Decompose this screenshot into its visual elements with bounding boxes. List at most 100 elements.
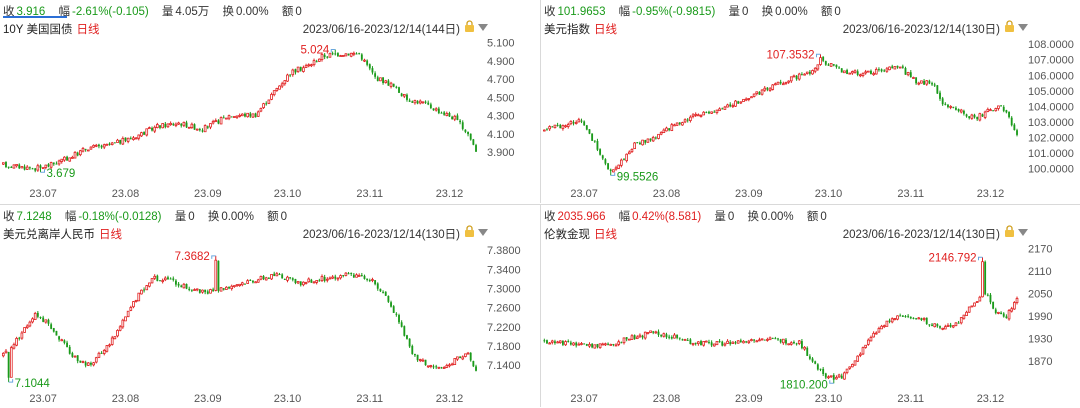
candle xyxy=(240,281,244,287)
candle xyxy=(334,274,337,281)
candle xyxy=(734,100,737,107)
x-tick-label: 23.10 xyxy=(274,188,302,200)
candle xyxy=(797,72,801,81)
candle xyxy=(350,272,353,276)
y-tick-label: 3.900 xyxy=(487,147,515,159)
candle xyxy=(681,338,684,341)
candle xyxy=(556,122,559,127)
y-tick-label: 7.1400 xyxy=(487,360,521,372)
candle xyxy=(808,70,811,76)
candle xyxy=(334,49,337,56)
chart-panel-gold[interactable]: 收 2035.966 幅 0.42%(8.581) 量0 换 0.00% 额0 伦敦金… xyxy=(540,204,1080,407)
candle xyxy=(864,69,867,75)
candle xyxy=(246,112,249,118)
high-marker-line xyxy=(977,256,983,261)
y-tick-label: 7.3800 xyxy=(487,245,521,257)
candle xyxy=(957,108,960,113)
candle xyxy=(39,164,42,173)
candle xyxy=(100,351,103,354)
x-tick-label: 23.09 xyxy=(735,393,763,405)
low-price-label: 3.679 xyxy=(47,168,76,180)
candle xyxy=(718,339,721,343)
candle xyxy=(63,339,66,345)
candle xyxy=(108,142,111,146)
candle xyxy=(89,146,93,150)
candle xyxy=(795,75,798,81)
chart-panel-dxy[interactable]: 收 101.9653 幅 -0.95%(-0.9815) 量0 换 0.00% 额0 … xyxy=(540,0,1080,203)
candle xyxy=(585,343,588,347)
candle xyxy=(899,313,902,317)
candlestick-chart: 2170 2110 2050 1990 1930 1870 23.07 23.08 23.09 2… xyxy=(543,244,1052,405)
candle xyxy=(861,346,865,356)
candle xyxy=(195,288,199,292)
candle xyxy=(161,278,164,284)
candle xyxy=(691,342,695,347)
low-price-label: 7.1044 xyxy=(15,378,51,390)
candle xyxy=(92,361,95,367)
y-tick-label: 105.0000 xyxy=(1028,86,1074,98)
candle xyxy=(644,139,647,145)
x-tick-label: 23.08 xyxy=(112,393,140,405)
candle xyxy=(20,330,24,340)
candle xyxy=(217,260,220,293)
candle xyxy=(723,342,727,347)
candle xyxy=(294,68,297,75)
candle xyxy=(119,139,122,145)
candle xyxy=(421,101,425,104)
candle xyxy=(593,140,596,143)
candle xyxy=(395,312,398,317)
chart-panel-us10y[interactable]: 收 3.916 幅 -2.61%(-0.105) 量 4.05万 换 0.00% 额0 … xyxy=(0,0,540,203)
candle xyxy=(352,51,356,57)
candle xyxy=(9,345,13,378)
candle xyxy=(459,355,462,359)
candle xyxy=(976,116,979,121)
candle xyxy=(296,66,300,73)
candle xyxy=(108,343,111,348)
candle xyxy=(25,324,29,330)
candle xyxy=(102,143,106,150)
candle xyxy=(917,316,921,320)
candle xyxy=(159,280,161,282)
candle xyxy=(151,126,153,132)
candle xyxy=(256,110,260,117)
candle xyxy=(588,342,591,348)
high-marker-line xyxy=(330,48,336,53)
candle xyxy=(315,280,319,285)
x-tick-label: 23.10 xyxy=(815,188,843,200)
candle xyxy=(676,334,679,340)
candle xyxy=(185,283,188,290)
candle xyxy=(60,338,64,342)
high-price-label: 2146.792 xyxy=(929,252,977,264)
candle xyxy=(729,340,732,346)
candle xyxy=(779,79,782,85)
candle xyxy=(204,289,207,295)
candle xyxy=(193,288,196,291)
candle xyxy=(118,324,122,332)
candle xyxy=(416,354,419,362)
candle xyxy=(110,141,114,146)
candle xyxy=(105,345,109,353)
x-tick-label: 23.11 xyxy=(897,393,924,405)
candle xyxy=(427,100,430,106)
y-tick-label: 2050 xyxy=(1028,289,1052,301)
candle xyxy=(766,337,769,342)
candle xyxy=(708,110,710,115)
candle xyxy=(73,151,77,159)
candle xyxy=(659,131,663,136)
chart-panel-usdcnh[interactable]: 收 7.1248 幅 -0.18%(-0.0128) 量0 换 0.00% 额0 美元… xyxy=(0,204,540,407)
candle xyxy=(697,341,700,346)
candle xyxy=(307,277,311,283)
candle xyxy=(813,67,817,74)
y-tick-label: 7.3000 xyxy=(487,283,521,295)
candle xyxy=(371,66,374,75)
candle xyxy=(768,336,772,341)
candle xyxy=(374,279,377,286)
candle xyxy=(954,322,958,327)
candle xyxy=(779,338,782,344)
candle xyxy=(472,138,475,146)
candle xyxy=(225,286,228,290)
candle xyxy=(604,158,607,166)
candle xyxy=(426,365,430,368)
candle xyxy=(307,63,311,68)
candle xyxy=(649,330,652,334)
